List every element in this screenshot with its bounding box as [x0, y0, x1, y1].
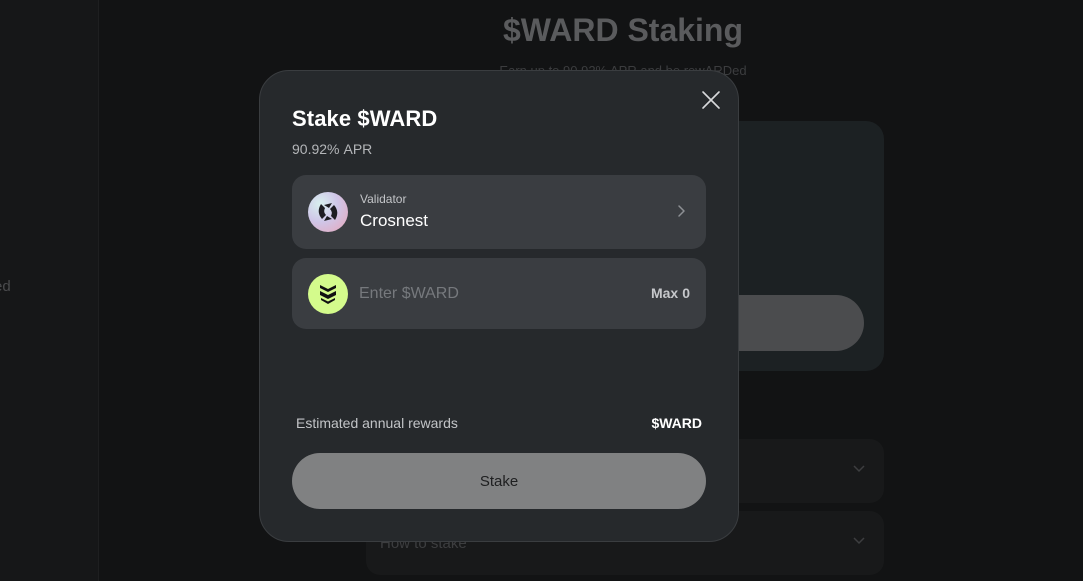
stake-modal: Stake $WARD 90.92% APR Validator Crosnest	[259, 70, 739, 542]
apr-unit: APR	[343, 141, 373, 157]
validator-caption: Validator	[360, 192, 407, 206]
max-label: Max	[650, 285, 679, 301]
modal-title: Stake $WARD	[292, 106, 438, 131]
max-value: 0	[682, 285, 690, 301]
chevron-right-icon	[678, 205, 685, 217]
apr-text: 90.92% APR	[292, 141, 372, 157]
close-icon[interactable]	[699, 88, 723, 112]
validator-selector[interactable]: Validator Crosnest	[292, 175, 706, 249]
max-button[interactable]: Max 0	[651, 285, 690, 301]
stake-button[interactable]: Stake	[292, 453, 706, 509]
apr-value: 90.92%	[292, 141, 340, 157]
rewards-value: $WARD	[651, 415, 702, 431]
ward-token-icon	[308, 274, 348, 314]
rewards-label: Estimated annual rewards	[296, 415, 458, 431]
amount-input[interactable]	[359, 280, 629, 308]
validator-name: Crosnest	[360, 211, 429, 230]
amount-field: Max0	[292, 258, 706, 329]
validator-logo-icon	[308, 192, 348, 232]
